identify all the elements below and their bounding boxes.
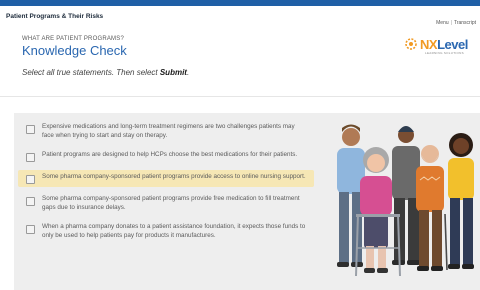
instructions-period: .	[186, 68, 190, 77]
answer-text: Expensive medications and long-term trea…	[42, 123, 295, 139]
header-divider	[0, 96, 480, 97]
nxlevel-logo-mark-icon	[405, 38, 417, 50]
answer-options: Expensive medications and long-term trea…	[18, 120, 314, 249]
top-links: Menu | Transcript	[436, 20, 476, 26]
instructions-text: Select all true statements. Then select	[22, 68, 160, 77]
answer-text: Some pharma company-sponsored patient pr…	[42, 173, 306, 181]
answer-option-1[interactable]: Expensive medications and long-term trea…	[18, 120, 314, 143]
answer-checkbox[interactable]	[26, 125, 35, 134]
nxlevel-logo: NXLevel LEARNING SOLUTIONS	[405, 36, 471, 56]
answer-option-2[interactable]: Patient programs are designed to help HC…	[18, 148, 314, 165]
answer-checkbox[interactable]	[26, 197, 35, 207]
answer-option-5[interactable]: When a pharma company donates to a patie…	[18, 220, 314, 243]
answer-option-4[interactable]: Some pharma company-sponsored patient pr…	[18, 192, 314, 215]
course-title: Patient Programs & Their Risks	[6, 13, 104, 20]
logo-wordmark: NXLevel	[420, 37, 468, 52]
answer-option-3[interactable]: Some pharma company-sponsored patient pr…	[18, 170, 314, 188]
answer-checkbox[interactable]	[26, 175, 35, 185]
link-separator: |	[450, 20, 452, 26]
answer-checkbox[interactable]	[26, 153, 35, 163]
answer-text: Some pharma company-sponsored patient pr…	[42, 195, 300, 211]
menu-link[interactable]: Menu	[436, 20, 449, 26]
patient-figure-elder-man	[416, 145, 448, 271]
submit-keyword: Submit	[159, 68, 187, 77]
logo-wordmark-level: Level	[437, 37, 468, 52]
logo-wordmark-nx: NX	[420, 37, 438, 52]
slide-kicker: WHAT ARE PATIENT PROGRAMS?	[22, 36, 124, 42]
page-title: Knowledge Check	[22, 43, 127, 58]
patient-figure-beanie	[392, 126, 420, 265]
answer-checkbox[interactable]	[26, 225, 35, 235]
transcript-link[interactable]: Transcript	[454, 20, 476, 26]
top-accent-bar	[0, 0, 480, 6]
answer-text: Patient programs are designed to help HC…	[42, 151, 298, 159]
patients-group-illustration	[337, 124, 474, 277]
logo-tagline: LEARNING SOLUTIONS	[425, 51, 464, 55]
patient-figure-right	[448, 133, 474, 269]
answer-text: When a pharma company donates to a patie…	[42, 223, 306, 239]
instructions: Select all true statements. Then select …	[22, 68, 189, 77]
